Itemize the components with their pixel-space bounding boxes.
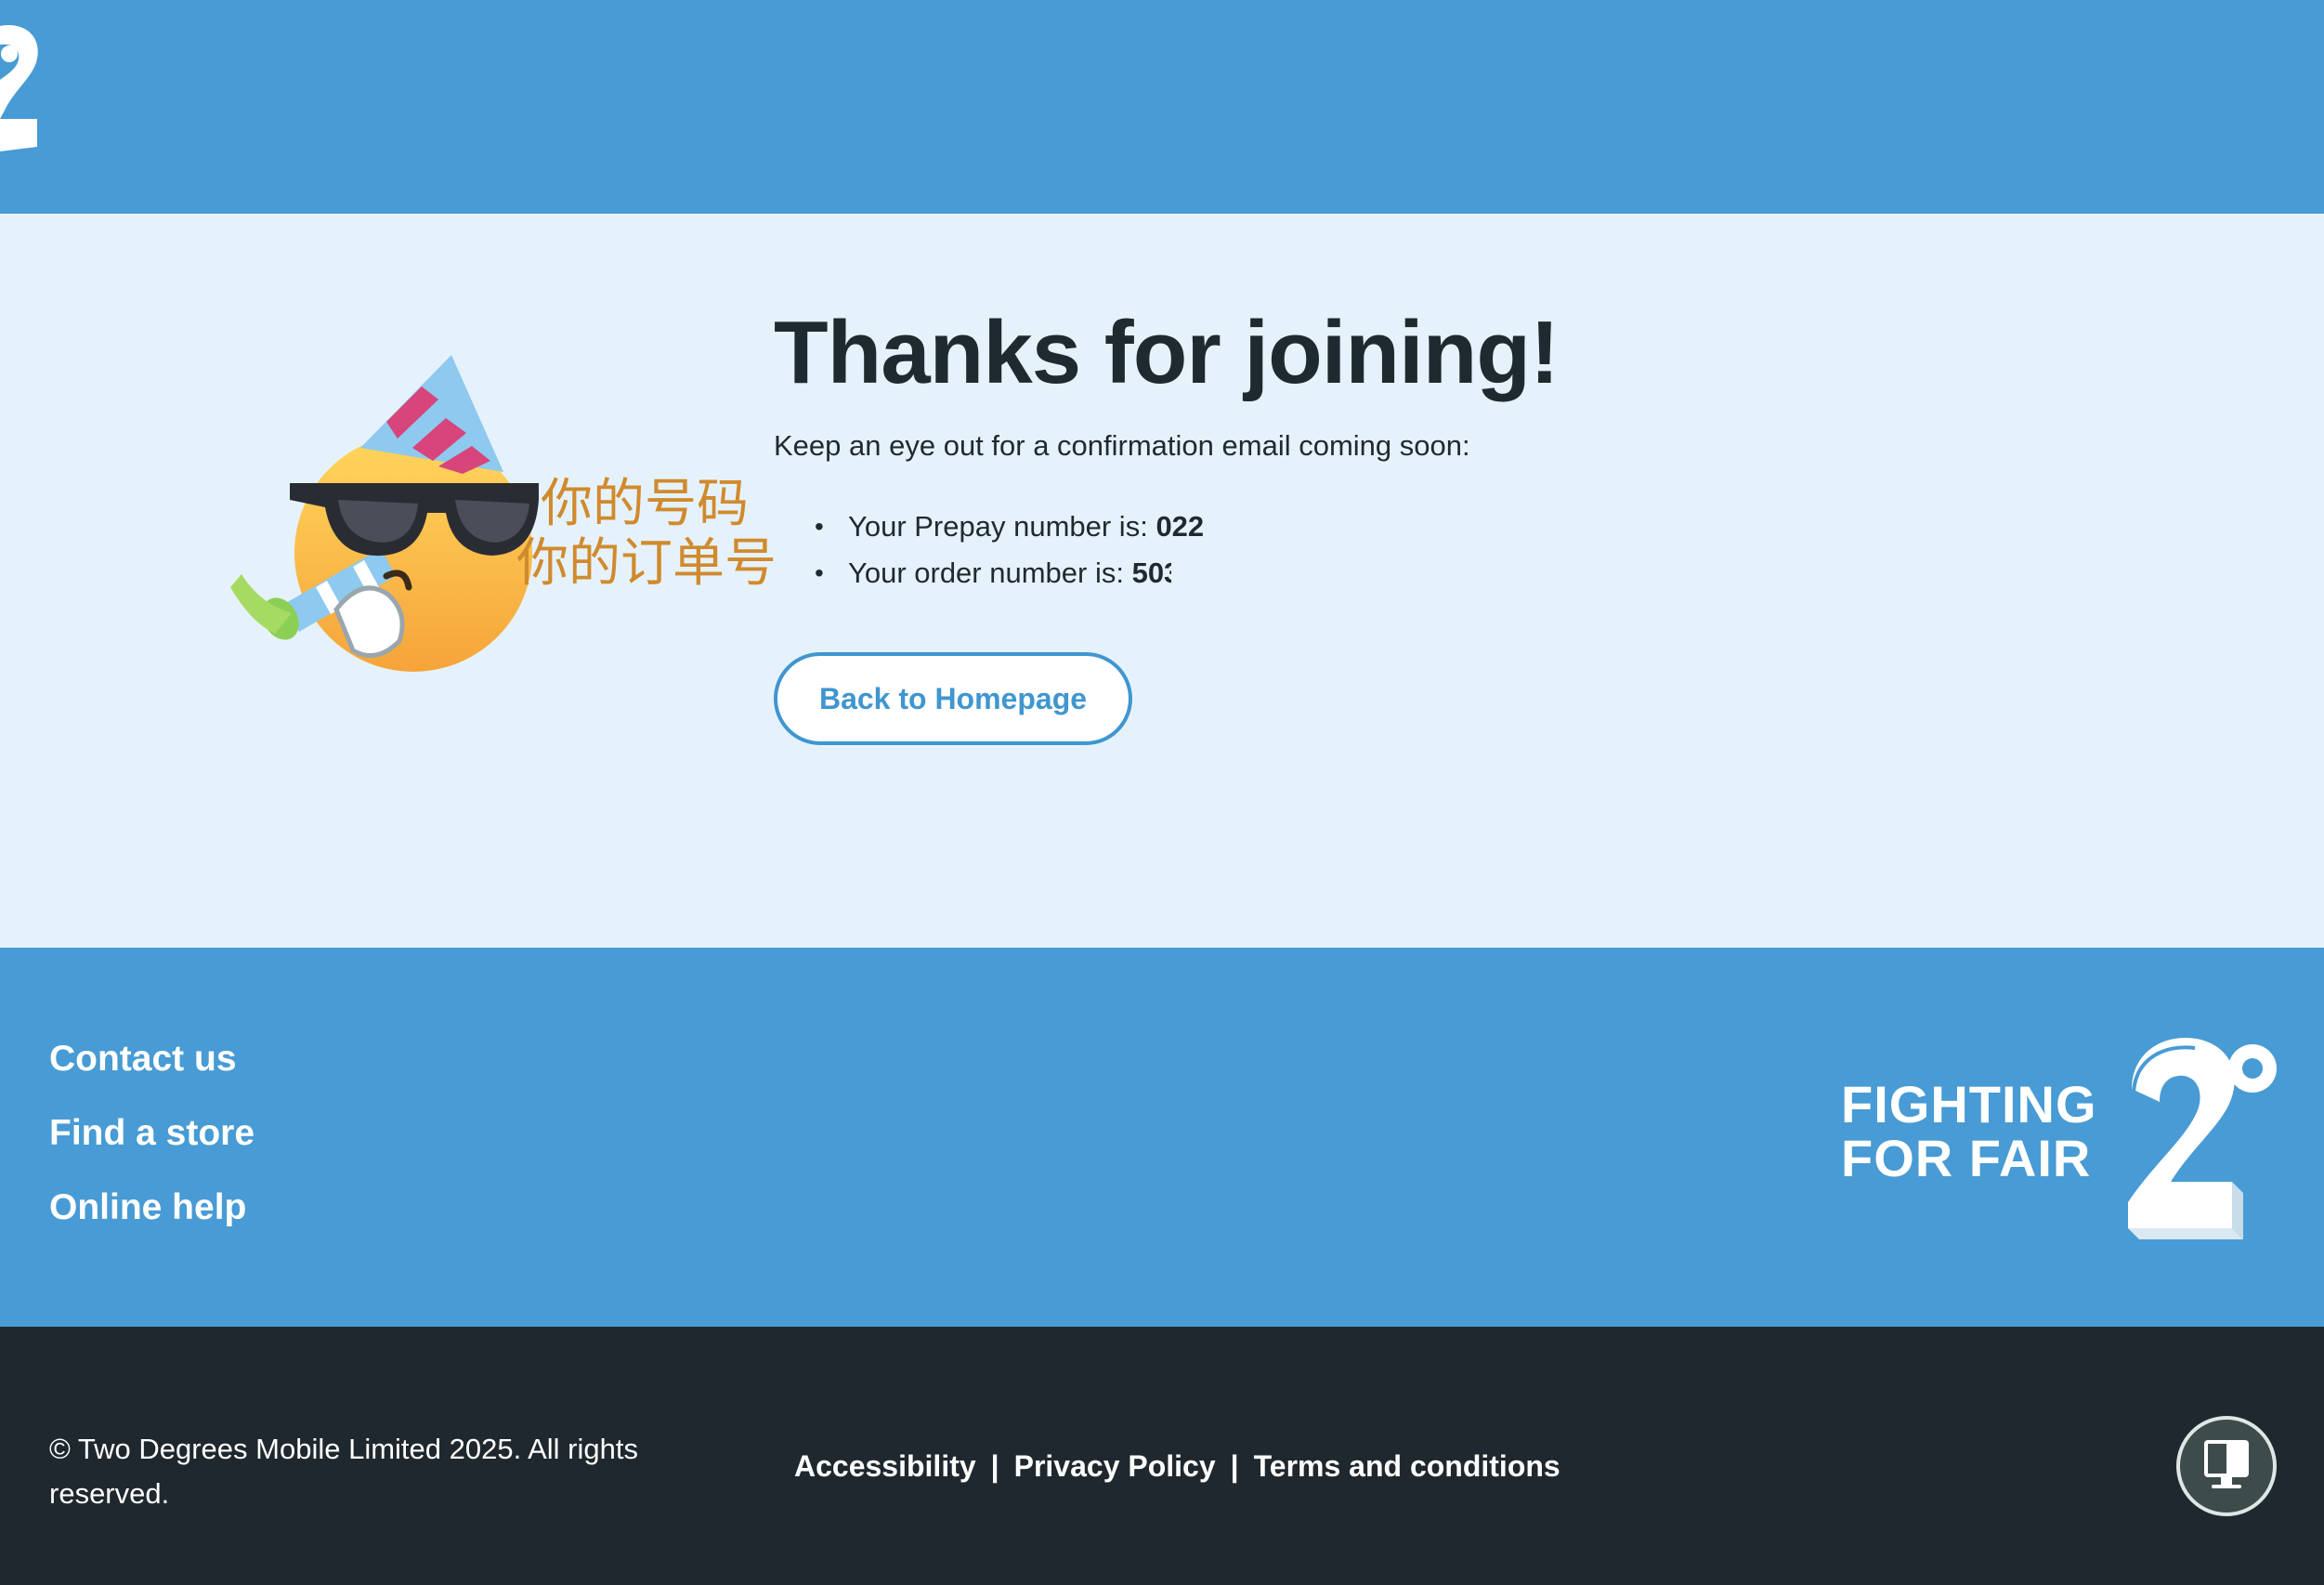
fighting-for-fair-tagline: FIGHTING FOR FAIR <box>1841 1078 2097 1185</box>
order-info-list: Your Prepay number is: 022 Your order nu… <box>774 504 1204 596</box>
footer-link-online-help[interactable]: Online help <box>49 1185 255 1259</box>
prepay-number-value: 022 <box>1155 510 1205 543</box>
confirmation-subtitle: Keep an eye out for a confirmation email… <box>774 429 1470 462</box>
two-degrees-logo-icon[interactable] <box>2122 1033 2280 1247</box>
site-footer: Contact us Find a store Online help FIGH… <box>0 948 2324 1327</box>
prepay-number-label: Your Prepay number is: <box>848 510 1148 543</box>
order-number-value: 503 <box>1131 557 1171 589</box>
accessibility-link[interactable]: Accessibility <box>794 1449 976 1483</box>
tagline-line-2: FOR FAIR <box>1841 1129 2092 1187</box>
footer-link-find-a-store[interactable]: Find a store <box>49 1110 255 1185</box>
confirmation-section: 你的号码 你的订单号 Thanks for joining! Keep an e… <box>0 214 2324 948</box>
accessibility-widget-icon <box>2204 1440 2249 1488</box>
list-item: Your order number is: 503 <box>774 550 1204 596</box>
footer-link-contact-us[interactable]: Contact us <box>49 1036 255 1110</box>
tagline-line-1: FIGHTING <box>1841 1075 2097 1133</box>
order-number-label: Your order number is: <box>848 557 1124 589</box>
overlay-annotation-number: 你的号码 <box>541 474 749 534</box>
copyright-text: © Two Degrees Mobile Limited 2025. All r… <box>49 1433 638 1510</box>
legal-separator: | <box>1230 1449 1239 1483</box>
two-degrees-logo-icon[interactable] <box>0 17 54 156</box>
terms-and-conditions-link[interactable]: Terms and conditions <box>1254 1449 1560 1483</box>
legal-bar: © Two Degrees Mobile Limited 2025. All r… <box>0 1327 2324 1585</box>
legal-links: Accessibility | Privacy Policy | Terms and c… <box>794 1449 1560 1484</box>
overlay-annotation-order: 你的订单号 <box>516 533 777 594</box>
footer-nav: Contact us Find a store Online help <box>49 1036 255 1259</box>
page-title: Thanks for joining! <box>774 303 1560 402</box>
list-item: Your Prepay number is: 022 <box>774 504 1204 550</box>
site-header <box>0 0 2324 214</box>
accessibility-widget-button[interactable] <box>2176 1416 2277 1516</box>
party-face-sunglasses-icon <box>230 355 539 672</box>
back-to-homepage-button[interactable]: Back to Homepage <box>774 652 1132 745</box>
privacy-policy-link[interactable]: Privacy Policy <box>1014 1449 1216 1483</box>
legal-separator: | <box>990 1449 999 1483</box>
